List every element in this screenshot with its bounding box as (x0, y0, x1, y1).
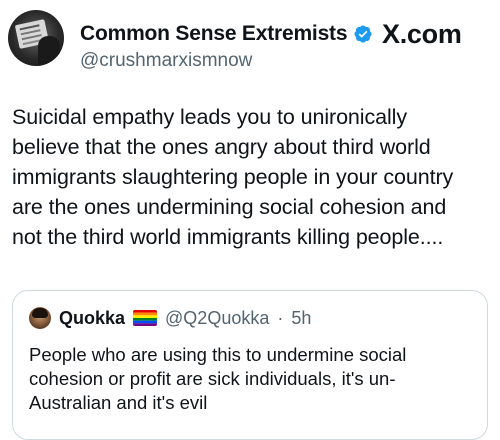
author-display-name[interactable]: Common Sense Extremists (80, 22, 348, 46)
post-header: Common Sense Extremists @crushmarxismnow… (0, 0, 500, 90)
x-com-watermark: X.com (382, 19, 462, 50)
avatar-figure (38, 36, 60, 66)
quoted-author-name[interactable]: Quokka (59, 308, 125, 329)
rainbow-flag-icon (133, 310, 158, 326)
quoted-author-handle[interactable]: @Q2Quokka (165, 308, 269, 329)
quoted-post-text: People who are using this to undermine s… (29, 344, 407, 413)
verified-badge-icon (354, 25, 372, 43)
author-avatar[interactable] (8, 10, 64, 66)
meta-separator: · (277, 307, 284, 328)
author-handle[interactable]: @crushmarxismnow (80, 50, 252, 72)
quoted-author-avatar[interactable] (29, 307, 51, 329)
quoted-post-time[interactable]: 5h (291, 308, 311, 329)
x-logo-watermark-text: X.com (382, 19, 462, 49)
author-name-row: Common Sense Extremists (80, 22, 373, 46)
quoted-post-header: Quokka @Q2Quokka · 5h (29, 307, 311, 329)
quoted-post-card[interactable]: Quokka @Q2Quokka · 5h People who are usi… (12, 290, 488, 440)
post-text: Suicidal empathy leads you to unironical… (12, 105, 454, 249)
